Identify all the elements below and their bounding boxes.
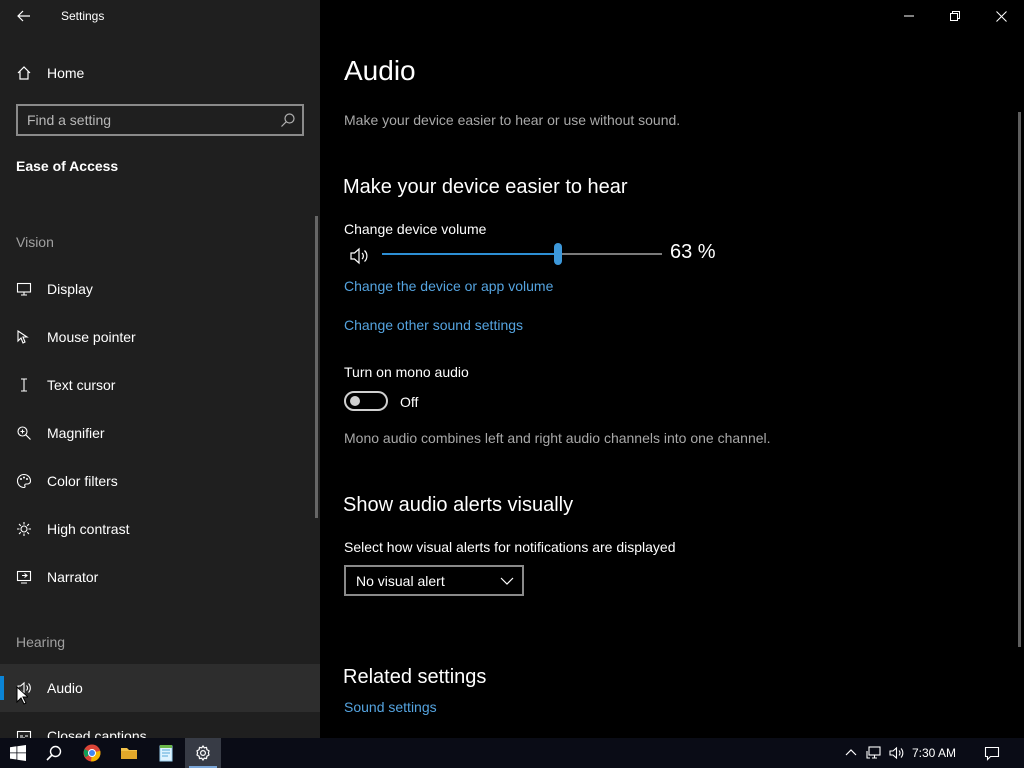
visual-alert-label: Select how visual alerts for notificatio… (344, 539, 676, 555)
sidebar-item-magnifier[interactable]: Magnifier (0, 409, 320, 457)
sound-settings-link[interactable]: Sound settings (344, 699, 437, 715)
chevron-up-icon[interactable] (843, 745, 859, 761)
dropdown-value: No visual alert (356, 573, 445, 589)
notepad-icon (159, 745, 173, 762)
mouse-pointer-icon (14, 327, 34, 347)
title-bar: Settings (0, 0, 320, 32)
sidebar-item-audio[interactable]: Audio (0, 664, 320, 712)
network-icon[interactable] (866, 745, 882, 761)
close-icon (995, 10, 1007, 22)
mono-audio-label: Turn on mono audio (344, 364, 469, 380)
mono-audio-description: Mono audio combines left and right audio… (344, 430, 771, 446)
sidebar-item-high-contrast[interactable]: High contrast (0, 505, 320, 553)
device-app-volume-link[interactable]: Change the device or app volume (344, 278, 553, 294)
group-header-vision: Vision (16, 234, 54, 250)
sidebar-item-label: High contrast (47, 521, 130, 537)
sidebar-item-label: Color filters (47, 473, 118, 489)
speaker-icon[interactable] (350, 246, 372, 266)
sidebar-item-text-cursor[interactable]: Text cursor (0, 361, 320, 409)
file-explorer-icon (121, 748, 137, 759)
volume-slider[interactable] (382, 243, 662, 265)
sidebar-item-narrator[interactable]: Narrator (0, 553, 320, 601)
slider-thumb[interactable] (554, 243, 562, 265)
sidebar-item-label: Magnifier (47, 425, 105, 441)
search-box[interactable] (16, 104, 304, 136)
sidebar-scrollbar[interactable] (315, 216, 318, 518)
sidebar-item-label: Audio (47, 680, 83, 696)
narrator-icon (14, 567, 34, 587)
back-button[interactable] (8, 0, 40, 32)
volume-icon[interactable] (889, 745, 905, 761)
sidebar-item-label: Display (47, 281, 93, 297)
magnifier-icon (14, 423, 34, 443)
back-arrow-icon (17, 10, 30, 22)
taskbar: 7:30 AM (0, 738, 1024, 768)
settings-icon (196, 745, 210, 761)
visual-alert-dropdown[interactable]: No visual alert (344, 565, 524, 596)
taskbar-search-button[interactable] (36, 738, 72, 768)
page-description: Make your device easier to hear or use w… (344, 112, 681, 128)
main-scrollbar[interactable] (1018, 112, 1021, 647)
sidebar-item-label: Narrator (47, 569, 99, 585)
app-title: Settings (61, 9, 105, 23)
section-heading-hear: Make your device easier to hear (343, 176, 628, 198)
chrome-icon (83, 744, 101, 762)
taskbar-settings[interactable] (185, 738, 221, 768)
taskbar-file-explorer[interactable] (111, 738, 147, 768)
palette-icon (14, 471, 34, 491)
section-heading-alerts: Show audio alerts visually (343, 494, 574, 516)
minimize-button[interactable] (886, 0, 932, 32)
sidebar-item-label: Closed captions (47, 728, 147, 738)
volume-value: 63 % (670, 241, 716, 263)
sidebar-item-color-filters[interactable]: Color filters (0, 457, 320, 505)
category-title: Ease of Access (16, 158, 119, 174)
captions-icon (14, 726, 34, 738)
main-content: Audio Make your device easier to hear or… (320, 0, 1024, 738)
page-title: Audio (344, 55, 416, 86)
section-heading-related: Related settings (343, 666, 487, 688)
contrast-icon (14, 519, 34, 539)
mono-audio-toggle[interactable] (344, 391, 388, 411)
window-controls (886, 0, 1024, 32)
sidebar: Settings Home Ease of Access Vision Disp… (0, 0, 320, 738)
speaker-icon (14, 678, 34, 698)
close-button[interactable] (978, 0, 1024, 32)
toggle-knob (350, 396, 360, 406)
sidebar-item-closed-captions[interactable]: Closed captions (0, 712, 320, 738)
volume-label: Change device volume (344, 221, 487, 237)
sidebar-item-label: Text cursor (47, 377, 116, 393)
search-icon[interactable] (280, 112, 296, 128)
sidebar-item-home[interactable]: Home (0, 49, 320, 97)
sidebar-item-label: Mouse pointer (47, 329, 136, 345)
taskbar-chrome[interactable] (74, 738, 110, 768)
start-icon (10, 745, 26, 761)
start-button[interactable] (0, 738, 36, 768)
group-header-hearing: Hearing (16, 634, 66, 650)
text-cursor-icon (14, 375, 34, 395)
mono-audio-state: Off (400, 394, 419, 410)
sidebar-item-mouse-pointer[interactable]: Mouse pointer (0, 313, 320, 361)
chevron-down-icon (500, 577, 514, 585)
sidebar-item-display[interactable]: Display (0, 265, 320, 313)
action-center-icon[interactable] (984, 745, 1000, 761)
home-icon (14, 63, 34, 83)
restore-button[interactable] (932, 0, 978, 32)
taskbar-notepad[interactable] (148, 738, 184, 768)
search-input[interactable] (27, 106, 267, 134)
restore-icon (950, 11, 960, 21)
minimize-icon (904, 15, 914, 17)
slider-fill (382, 253, 558, 255)
taskbar-clock[interactable]: 7:30 AM (912, 746, 956, 760)
sidebar-item-label: Home (47, 65, 85, 81)
monitor-icon (14, 279, 34, 299)
other-sound-settings-link[interactable]: Change other sound settings (344, 317, 523, 333)
search-icon (46, 745, 62, 761)
